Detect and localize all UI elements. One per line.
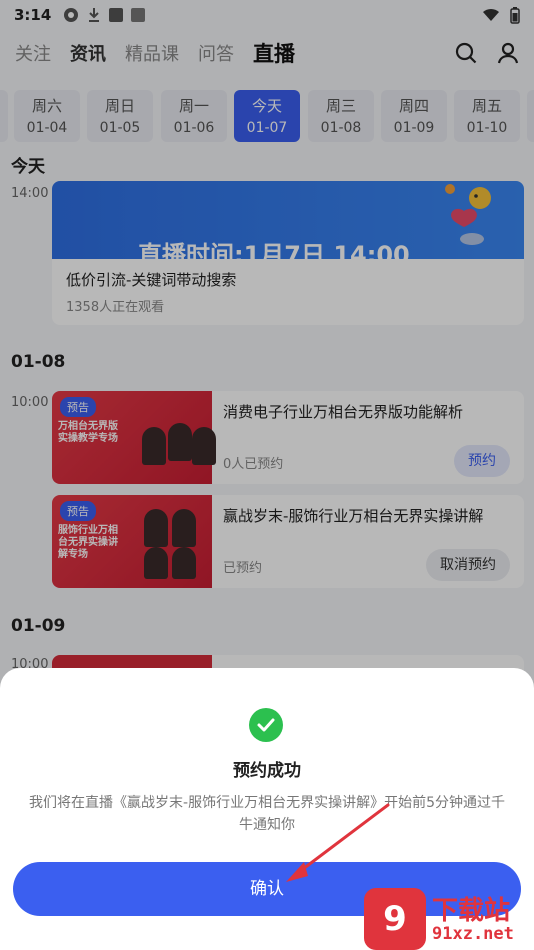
site-watermark: 9 下载站 91xz.net — [364, 888, 534, 950]
watermark-url: 91xz.net — [432, 924, 514, 944]
watermark-logo: 9 — [364, 888, 426, 950]
annotation-arrow-icon — [286, 803, 390, 882]
watermark-text: 下载站 — [432, 896, 511, 926]
